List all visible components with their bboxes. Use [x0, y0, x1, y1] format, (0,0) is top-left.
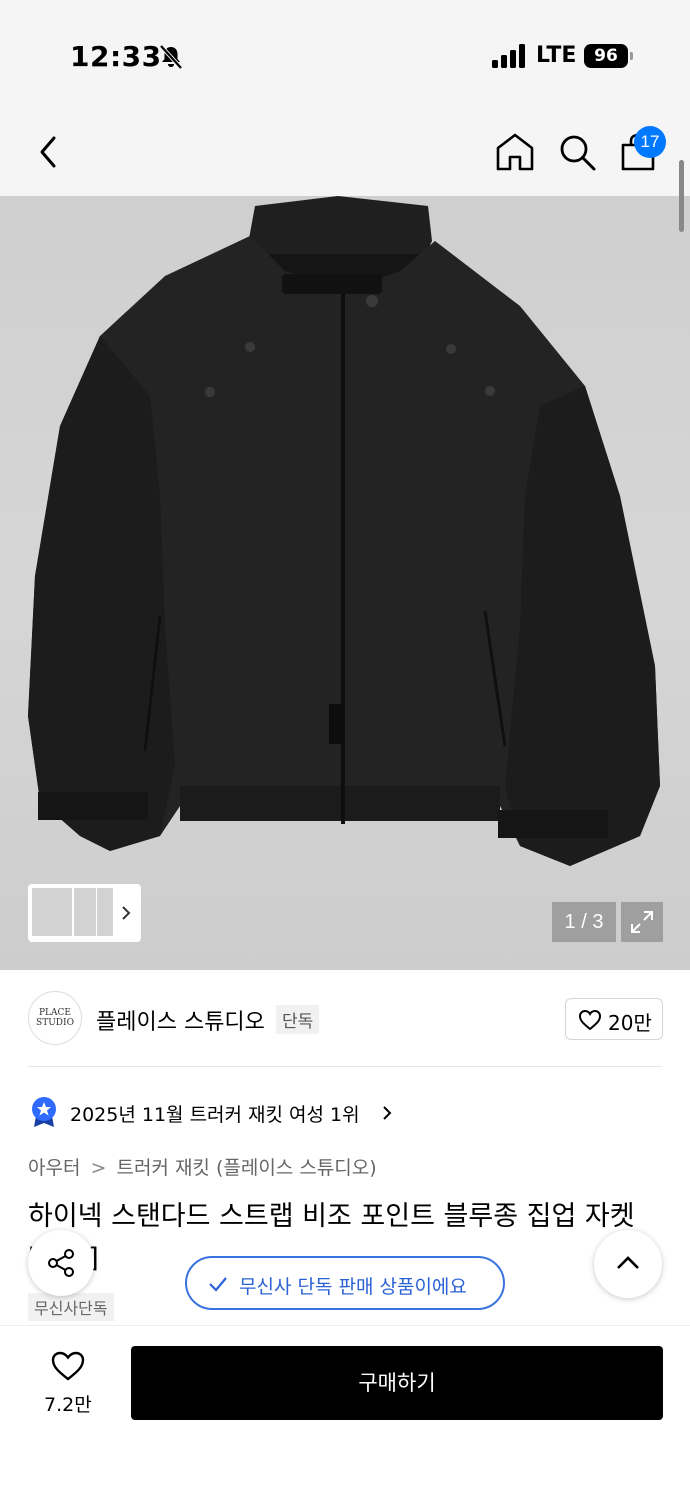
- thumbnail-3[interactable]: [97, 888, 113, 936]
- back-icon[interactable]: [28, 130, 72, 174]
- product-image-gallery[interactable]: [0, 196, 690, 970]
- ranking-badge-icon: [32, 1097, 56, 1127]
- divider: [28, 1066, 662, 1067]
- breadcrumb: 아우터 > 트러커 재킷 (플레이스 스튜디오): [28, 1153, 381, 1180]
- network-label: LTE: [536, 43, 577, 68]
- battery-cap: [630, 52, 633, 60]
- scroll-to-top-button[interactable]: [594, 1230, 662, 1298]
- thumbnail-1[interactable]: [32, 888, 72, 936]
- brand-exclusive-tag: 단독: [276, 1005, 320, 1034]
- brand-name[interactable]: 플레이스 스튜디오: [96, 1004, 265, 1036]
- check-icon: [209, 1277, 227, 1292]
- share-icon: [48, 1249, 74, 1277]
- thumbnail-2[interactable]: [74, 888, 96, 936]
- breadcrumb-item[interactable]: 트러커 재킷 (플레이스 스튜디오): [116, 1157, 376, 1179]
- share-button[interactable]: [28, 1230, 94, 1296]
- buy-button[interactable]: 구매하기: [131, 1346, 663, 1420]
- status-time: 12:33: [70, 40, 162, 73]
- heart-icon: [578, 1009, 602, 1031]
- brand-logo[interactable]: PLACE STUDIO: [28, 991, 82, 1045]
- heart-icon[interactable]: [50, 1350, 86, 1382]
- status-bar: 12:33 LTE 96: [0, 0, 690, 110]
- bell-muted-icon: [159, 44, 183, 70]
- battery-icon: 96: [584, 44, 628, 68]
- brand-like-count: 20만: [608, 1011, 652, 1035]
- cart-badge: 17: [634, 126, 666, 158]
- wish-count: 7.2만: [44, 1394, 92, 1416]
- expand-button[interactable]: [621, 902, 663, 942]
- chevron-right-icon[interactable]: [118, 901, 134, 925]
- breadcrumb-separator: >: [90, 1157, 107, 1179]
- breadcrumb-item[interactable]: 아우터: [28, 1157, 80, 1179]
- expand-icon: [631, 911, 653, 933]
- chevron-right-icon[interactable]: [380, 1103, 394, 1123]
- signal-icon: [492, 44, 525, 68]
- image-counter: 1 / 3: [552, 902, 616, 942]
- home-icon[interactable]: [493, 130, 537, 174]
- search-icon[interactable]: [555, 130, 599, 174]
- product-image: [28, 196, 660, 866]
- ranking-text[interactable]: 2025년 11월 트러커 재킷 여성 1위: [70, 1100, 360, 1127]
- chevron-up-icon: [617, 1256, 639, 1269]
- exclusive-notice-pill[interactable]: 무신사 단독 판매 상품이에요: [185, 1256, 505, 1310]
- store-exclusive-tag: 무신사단독: [28, 1293, 114, 1321]
- exclusive-notice-text: 무신사 단독 판매 상품이에요: [239, 1276, 467, 1298]
- brand-like-button[interactable]: 20만: [565, 998, 663, 1040]
- scroll-indicator[interactable]: [679, 160, 684, 232]
